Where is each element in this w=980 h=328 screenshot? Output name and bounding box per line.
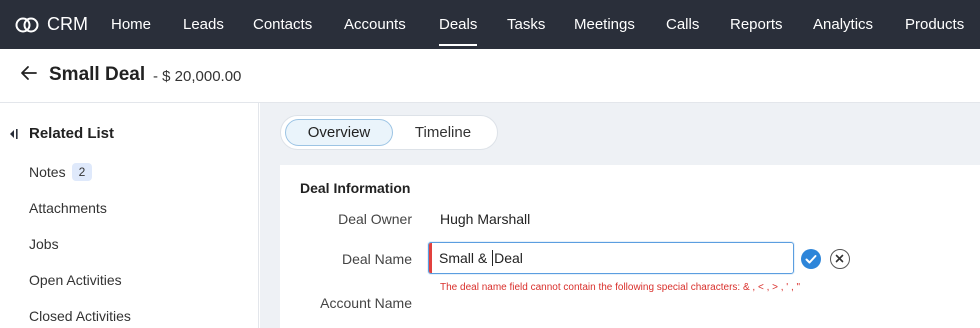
record-header: Small Deal - $ 20,000.00 xyxy=(0,49,980,103)
nav-item-accounts[interactable]: Accounts xyxy=(344,0,406,49)
deal-owner-value[interactable]: Hugh Marshall xyxy=(440,211,530,227)
related-list-panel: Related List Notes 2 Attachments Jobs Ope… xyxy=(0,103,259,328)
input-text-after-caret: Deal xyxy=(494,250,523,266)
main-content: Overview Timeline Deal Information Deal … xyxy=(260,103,980,328)
deal-information-card: Deal Information Deal Owner Hugh Marshal… xyxy=(280,165,980,328)
text-caret xyxy=(492,250,494,266)
crm-logo-icon xyxy=(15,16,39,34)
nav-item-home[interactable]: Home xyxy=(111,0,151,49)
cancel-edit-button[interactable] xyxy=(830,249,850,269)
related-list-item-jobs[interactable]: Jobs xyxy=(29,236,59,252)
nav-item-meetings[interactable]: Meetings xyxy=(574,0,635,49)
nav-item-leads[interactable]: Leads xyxy=(183,0,224,49)
nav-item-reports[interactable]: Reports xyxy=(730,0,783,49)
related-list-title: Related List xyxy=(29,125,115,142)
nav-item-tasks[interactable]: Tasks xyxy=(507,0,545,49)
deal-name-input[interactable]: Small & Deal xyxy=(428,242,794,274)
check-icon xyxy=(805,255,817,264)
nav-item-analytics[interactable]: Analytics xyxy=(813,0,873,49)
nav-item-products[interactable]: Products xyxy=(905,0,964,49)
close-icon xyxy=(835,254,844,263)
brand-label: CRM xyxy=(47,14,88,34)
record-title: Small Deal xyxy=(49,64,146,85)
nav-item-deals[interactable]: Deals xyxy=(439,0,478,49)
related-list-item-notes[interactable]: Notes 2 xyxy=(29,163,93,181)
deal-name-input-value: Small & Deal xyxy=(439,250,523,266)
top-nav: CRM Home Leads Contacts Accounts Deals T… xyxy=(0,0,980,49)
tab-timeline[interactable]: Timeline xyxy=(395,119,491,146)
nav-item-calls[interactable]: Calls xyxy=(666,0,699,49)
account-name-label: Account Name xyxy=(320,295,412,311)
related-list-item-open-activities[interactable]: Open Activities xyxy=(29,272,122,288)
view-tabs: Overview Timeline xyxy=(280,115,498,150)
related-list-item-attachments[interactable]: Attachments xyxy=(29,200,107,216)
collapse-caret-icon[interactable] xyxy=(8,127,18,145)
deal-owner-label: Deal Owner xyxy=(338,211,412,227)
deal-name-label: Deal Name xyxy=(341,251,412,267)
save-check-button[interactable] xyxy=(801,249,821,269)
related-list-item-closed-activities[interactable]: Closed Activities xyxy=(29,308,131,324)
input-text-before-caret: Small & xyxy=(439,250,492,266)
brand[interactable]: CRM xyxy=(0,0,97,49)
record-amount: - $ 20,000.00 xyxy=(153,68,242,85)
back-arrow-icon[interactable] xyxy=(20,65,38,86)
tab-overview[interactable]: Overview xyxy=(285,119,393,146)
related-list-item-label: Notes xyxy=(29,164,66,180)
section-title: Deal Information xyxy=(300,180,411,196)
validation-error-message: The deal name field cannot contain the f… xyxy=(440,282,801,293)
nav-item-contacts[interactable]: Contacts xyxy=(253,0,312,49)
notes-count-badge: 2 xyxy=(71,163,93,181)
